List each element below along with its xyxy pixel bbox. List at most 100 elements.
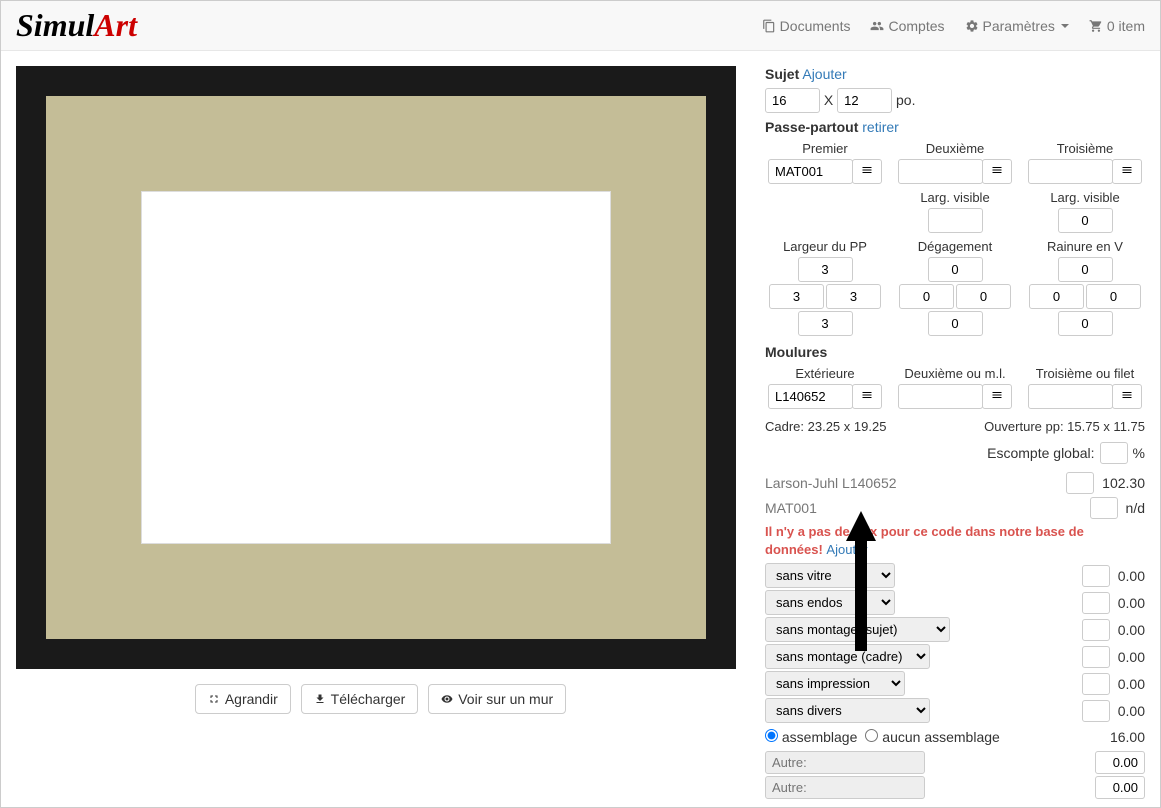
cart-icon bbox=[1089, 19, 1103, 33]
pp-retirer-link[interactable]: retirer bbox=[862, 119, 899, 135]
menu-icon bbox=[861, 389, 873, 401]
vitre-qty[interactable] bbox=[1082, 565, 1110, 587]
autre2-input[interactable] bbox=[765, 776, 925, 799]
moulures-label: Moulures bbox=[765, 344, 827, 360]
rv-top-input[interactable] bbox=[1058, 257, 1113, 282]
pp-code3-input[interactable] bbox=[1028, 159, 1113, 184]
moul-deux-label: Deuxième ou m.l. bbox=[895, 366, 1015, 381]
vitre-select[interactable]: sans vitre bbox=[765, 563, 895, 588]
pp-lv2-label: Larg. visible bbox=[895, 190, 1015, 205]
endos-price: 0.00 bbox=[1118, 595, 1145, 611]
assemblage-radio[interactable]: assemblage bbox=[765, 729, 857, 745]
frame-preview bbox=[16, 66, 736, 669]
moul-code1-menu[interactable] bbox=[852, 384, 882, 409]
assemblage-price: 16.00 bbox=[1110, 729, 1145, 745]
menu-icon bbox=[1121, 164, 1133, 176]
moul-code1-input[interactable] bbox=[768, 384, 853, 409]
mc-qty[interactable] bbox=[1082, 646, 1110, 668]
sujet-width-input[interactable] bbox=[765, 88, 820, 113]
pp-left-input[interactable] bbox=[769, 284, 824, 309]
sujet-height-input[interactable] bbox=[837, 88, 892, 113]
montage-cadre-select[interactable]: sans montage (cadre) bbox=[765, 644, 930, 669]
imp-qty[interactable] bbox=[1082, 673, 1110, 695]
error-message: Il n'y a pas de prix pour ce code dans n… bbox=[765, 523, 1145, 559]
autre1-amt[interactable] bbox=[1095, 751, 1145, 774]
nav-comptes[interactable]: Comptes bbox=[870, 18, 944, 34]
item1-qty[interactable] bbox=[1090, 497, 1118, 519]
menu-icon bbox=[991, 389, 1003, 401]
nav-parametres[interactable]: Paramètres bbox=[965, 18, 1069, 34]
item0-price: 102.30 bbox=[1102, 475, 1145, 491]
impression-select[interactable]: sans impression bbox=[765, 671, 905, 696]
gear-icon bbox=[965, 19, 979, 33]
pp-code3-menu[interactable] bbox=[1112, 159, 1142, 184]
pp-troisieme-label: Troisième bbox=[1025, 141, 1145, 156]
pp-code2-menu[interactable] bbox=[982, 159, 1012, 184]
montage-sujet-select[interactable]: sans montage (sujet) bbox=[765, 617, 950, 642]
escompte-label: Escompte global: bbox=[987, 445, 1094, 461]
voir-mur-button[interactable]: Voir sur un mur bbox=[428, 684, 566, 714]
div-qty[interactable] bbox=[1082, 700, 1110, 722]
deg-bottom-input[interactable] bbox=[928, 311, 983, 336]
pp-label: Passe-partout bbox=[765, 119, 858, 135]
expand-icon bbox=[208, 693, 220, 705]
mc-price: 0.00 bbox=[1118, 649, 1145, 665]
cadre-dims: Cadre: 23.25 x 19.25 bbox=[765, 419, 886, 434]
logo[interactable]: SimulArt bbox=[16, 7, 137, 44]
ms-qty[interactable] bbox=[1082, 619, 1110, 641]
pp-code1-menu[interactable] bbox=[852, 159, 882, 184]
nav-cart[interactable]: 0 item bbox=[1089, 18, 1145, 34]
rainure-label: Rainure en V bbox=[1025, 239, 1145, 254]
rv-left-input[interactable] bbox=[1029, 284, 1084, 309]
deg-left-input[interactable] bbox=[899, 284, 954, 309]
sujet-ajouter-link[interactable]: Ajouter bbox=[802, 66, 846, 82]
download-icon bbox=[314, 693, 326, 705]
rv-right-input[interactable] bbox=[1086, 284, 1141, 309]
pp-bottom-input[interactable] bbox=[798, 311, 853, 336]
pp-code1-input[interactable] bbox=[768, 159, 853, 184]
users-icon bbox=[870, 19, 884, 33]
pp-lv2-input[interactable] bbox=[928, 208, 983, 233]
autre1-input[interactable] bbox=[765, 751, 925, 774]
pp-lv3-label: Larg. visible bbox=[1025, 190, 1145, 205]
autre2-amt[interactable] bbox=[1095, 776, 1145, 799]
pp-top-input[interactable] bbox=[798, 257, 853, 282]
mat-preview bbox=[46, 96, 706, 639]
menu-icon bbox=[1121, 389, 1133, 401]
escompte-input[interactable] bbox=[1100, 442, 1128, 464]
largeur-pp-label: Largeur du PP bbox=[765, 239, 885, 254]
moul-code3-menu[interactable] bbox=[1112, 384, 1142, 409]
duplicate-icon bbox=[762, 19, 776, 33]
pp-code2-input[interactable] bbox=[898, 159, 983, 184]
moul-trois-label: Troisième ou filet bbox=[1025, 366, 1145, 381]
agrandir-button[interactable]: Agrandir bbox=[195, 684, 291, 714]
item0-qty[interactable] bbox=[1066, 472, 1094, 494]
div-price: 0.00 bbox=[1118, 703, 1145, 719]
deg-top-input[interactable] bbox=[928, 257, 983, 282]
pp-deuxieme-label: Deuxième bbox=[895, 141, 1015, 156]
sujet-label: Sujet bbox=[765, 66, 799, 82]
endos-select[interactable]: sans endos bbox=[765, 590, 895, 615]
endos-qty[interactable] bbox=[1082, 592, 1110, 614]
pp-right-input[interactable] bbox=[826, 284, 881, 309]
ms-price: 0.00 bbox=[1118, 622, 1145, 638]
item1-price: n/d bbox=[1126, 500, 1145, 516]
deg-right-input[interactable] bbox=[956, 284, 1011, 309]
rv-bottom-input[interactable] bbox=[1058, 311, 1113, 336]
pp-lv3-input[interactable] bbox=[1058, 208, 1113, 233]
nav-documents[interactable]: Documents bbox=[762, 18, 851, 34]
moul-code2-input[interactable] bbox=[898, 384, 983, 409]
error-ajouter-link[interactable]: Ajouter bbox=[826, 542, 867, 557]
ouverture-dims: Ouverture pp: 15.75 x 11.75 bbox=[984, 419, 1145, 434]
pp-premier-label: Premier bbox=[765, 141, 885, 156]
divers-select[interactable]: sans divers bbox=[765, 698, 930, 723]
navbar: SimulArt Documents Comptes Paramètres 0 … bbox=[1, 1, 1160, 51]
item1-name: MAT001 bbox=[765, 500, 817, 516]
menu-icon bbox=[991, 164, 1003, 176]
degagement-label: Dégagement bbox=[895, 239, 1015, 254]
moul-code2-menu[interactable] bbox=[982, 384, 1012, 409]
moul-code3-input[interactable] bbox=[1028, 384, 1113, 409]
aucun-assemblage-radio[interactable]: aucun assemblage bbox=[865, 729, 999, 745]
telecharger-button[interactable]: Télécharger bbox=[301, 684, 419, 714]
eye-icon bbox=[441, 693, 453, 705]
